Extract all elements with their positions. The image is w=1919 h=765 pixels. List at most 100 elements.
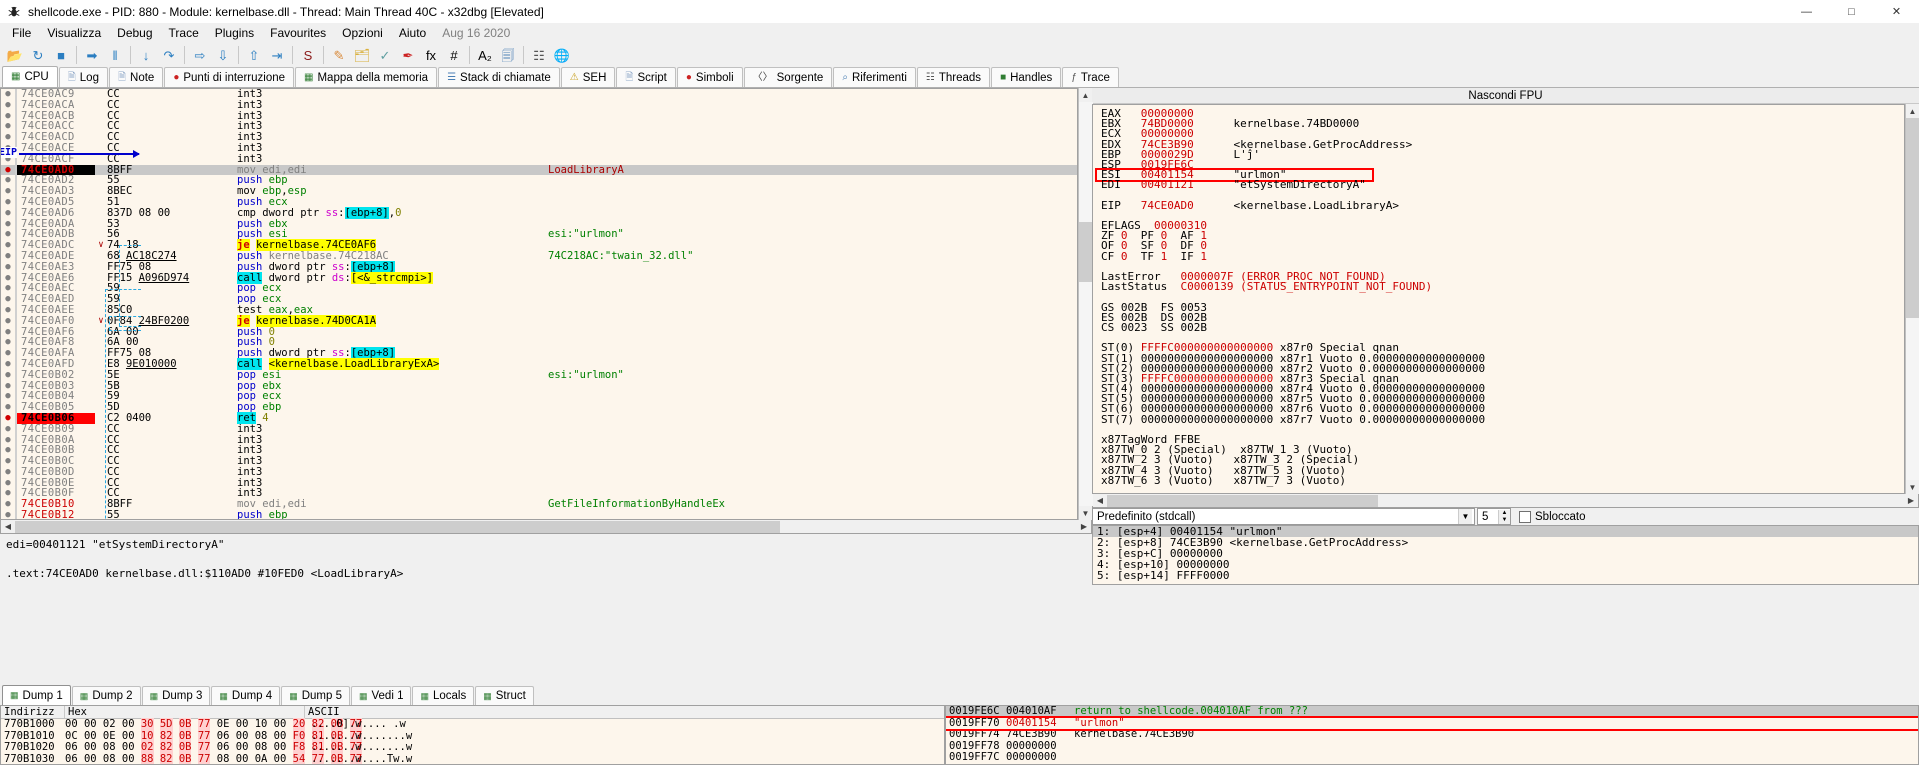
run-to-user-code-icon[interactable]: ⇥ [266, 44, 288, 66]
disassembly-row[interactable]: ● 74CE0B0E CC int3 [1, 477, 1077, 489]
reg-scroll-down-icon[interactable]: ▼ [1906, 480, 1919, 494]
tab-punti-di-interruzione[interactable]: ● Punti di interruzione [164, 67, 295, 87]
breakpoint-dot-icon[interactable]: ● [1, 197, 15, 208]
disassembly-row[interactable]: ● 74CE0AE6 FF15 A096D974 call dword ptr ds:… [1, 271, 1077, 284]
vscroll-thumb[interactable] [1078, 222, 1093, 282]
register-ebx[interactable]: EBX 74BD0000 kernelbase.74BD0000 [1093, 118, 1904, 129]
breakpoint-dot-icon[interactable]: ● [1, 186, 15, 197]
flags-row-1[interactable]: OF 0 SF 0 DF 0 [1093, 240, 1904, 251]
scylla-icon[interactable]: S [297, 44, 319, 66]
disassembly-row[interactable]: ● 74CE0ADB 56 push esi esi:"urlmon" [1, 229, 1077, 241]
disassembly-row[interactable]: ● 74CE0AF6 6A 00 push 0 [1, 326, 1077, 338]
menu-item-aiuto[interactable]: Aiuto [391, 24, 434, 42]
registers-view[interactable]: EAX 00000000 EBX 74BD0000 kernelbase.74BD… [1092, 104, 1905, 494]
disassembly-row[interactable]: ● 74CE0B09 CC int3 [1, 423, 1077, 435]
registers-hscrollbar[interactable]: ◀ ▶ [1092, 494, 1919, 508]
tab-cpu[interactable]: ▦ CPU [2, 66, 58, 87]
breakpoint-dot-icon[interactable]: ● [1, 402, 15, 413]
stack-row[interactable]: 0019FE6C 004010AF return to shellcode.0040… [946, 706, 1918, 718]
disassembly-row[interactable]: ● 74CE0ADA 53 push ebx [1, 218, 1077, 230]
dump-col-address[interactable]: Indirizz [1, 706, 65, 718]
tab-sorgente[interactable]: 〈〉 Sorgente [743, 67, 833, 87]
log-icon[interactable]: ✎ [328, 44, 350, 66]
register-edi[interactable]: EDI 00401121 "etSystemDirectoryA" [1093, 179, 1904, 190]
breakpoint-dot-icon[interactable]: ● [1, 132, 15, 143]
breakpoint-dot-icon[interactable]: ● [1, 121, 15, 132]
disassembly-row[interactable]: ● 74CE0AF8 6A 00 push 0 [1, 337, 1077, 349]
disassembly-row[interactable]: ● 74CE0ACC CC int3 [1, 121, 1077, 133]
calculator-icon[interactable]: ☷ [528, 44, 550, 66]
memory-map-icon[interactable]: ✒ [397, 44, 419, 66]
tab-script[interactable]: 🗎 Script [616, 67, 676, 87]
disassembly-row[interactable]: ● 74CE0B12 55 push ebp [1, 510, 1077, 519]
stack-view[interactable]: 0019FE6C 004010AF return to shellcode.0040… [945, 705, 1919, 765]
registers-vscrollbar[interactable]: ▲ ▼ [1905, 104, 1919, 494]
restart-icon[interactable]: ↻ [27, 44, 49, 66]
trace-into-icon[interactable]: ⇨ [189, 44, 211, 66]
breakpoint-dot-icon[interactable]: ● [1, 111, 15, 122]
disassembly-row[interactable]: ● 74CE0AEC 59 pop ecx [1, 283, 1077, 295]
disassembly-row[interactable]: ● 74CE0AD0 8BFF mov edi,edi LoadLibraryA [1, 164, 1077, 176]
disassembly-row[interactable]: ● 74CE0AED 59 pop ecx [1, 294, 1077, 305]
segment-row-2[interactable]: CS 0023 SS 002B [1093, 322, 1904, 333]
menu-item-visualizza[interactable]: Visualizza [39, 24, 109, 42]
close-button[interactable]: ✕ [1874, 0, 1919, 23]
disassembly-row[interactable]: ● 74CE0ACA CC int3 [1, 99, 1077, 111]
stepper-up-icon[interactable]: ▲ [1498, 509, 1510, 517]
font-icon[interactable]: A₂ [474, 44, 496, 66]
stack-row[interactable]: 0019FF7C 00000000 [946, 751, 1918, 764]
disassembly-row[interactable]: ● 74CE0B02 5E pop esi esi:"urlmon" [1, 369, 1077, 381]
tab-handles[interactable]: ■ Handles [991, 67, 1062, 87]
menu-item-opzioni[interactable]: Opzioni [334, 24, 391, 42]
fpu-toggle-header[interactable]: Nascondi FPU [1092, 88, 1919, 104]
disassembly-row[interactable]: ● 74CE0B03 5B pop ebx [1, 380, 1077, 392]
breakpoint-dot-icon[interactable]: ● [1, 370, 15, 381]
step-over-icon[interactable]: ↷ [158, 44, 180, 66]
disassembly-vscrollbar[interactable]: ▲ ▼ [1078, 88, 1093, 520]
execute-till-return-icon[interactable]: ⇧ [243, 44, 265, 66]
reg-vscroll-track[interactable] [1905, 118, 1919, 480]
stack-row[interactable]: 0019FF74 74CE3B90 kernelbase.74CE3B90 [946, 728, 1918, 741]
disassembly-row[interactable]: ● 74CE0AF0 ∨ 0F84 24BF0200 je kernelbase.74D… [1, 314, 1077, 327]
globe-icon[interactable]: 🌐 [551, 44, 573, 66]
breakpoint-dot-icon[interactable]: ● [1, 240, 15, 251]
disassembly-row[interactable]: ● 74CE0B0C CC int3 [1, 456, 1077, 467]
breakpoint-dot-icon[interactable]: ● [1, 381, 15, 392]
dump-col-ascii[interactable]: ASCII [305, 706, 944, 718]
stop-icon[interactable]: ■ [50, 44, 72, 66]
disassembly-row[interactable]: ● 74CE0AC9 CC int3 [1, 89, 1077, 100]
disassembly-row[interactable]: ● 74CE0B04 59 pop ecx [1, 391, 1077, 403]
breakpoint-dot-icon[interactable]: ● [1, 294, 15, 305]
disassembly-row[interactable]: ● 74CE0AFD E8 9E010000 call <kernelbase.Loa… [1, 357, 1077, 370]
breakpoint-dot-icon[interactable]: ● [1, 219, 15, 230]
vscroll-track[interactable] [1078, 102, 1093, 506]
register-eip[interactable]: EIP 74CE0AD0 <kernelbase.LoadLibraryA> [1093, 200, 1904, 211]
breakpoint-dot-icon[interactable]: ● [1, 316, 15, 327]
scroll-up-icon[interactable]: ▲ [1079, 88, 1093, 102]
tab-stack-di-chiamate[interactable]: ☰ Stack di chiamate [438, 67, 560, 87]
stack-row[interactable]: 0019FF78 00000000 [946, 740, 1918, 753]
run-icon[interactable]: ➡ [81, 44, 103, 66]
breakpoint-dot-icon[interactable]: ● [1, 359, 15, 370]
disassembly-row[interactable]: ● 74CE0B06 C2 0400 ret 4 [1, 411, 1077, 424]
menu-item-trace[interactable]: Trace [161, 24, 207, 42]
breakpoints-icon[interactable]: ✓ [374, 44, 396, 66]
dump-row[interactable]: 770B1030 06 00 08 00 88 82 0B 77 08 00 0A… [1, 752, 944, 764]
hscroll-left-icon[interactable]: ◀ [1, 520, 15, 533]
dump-col-hex[interactable]: Hex [65, 706, 305, 718]
disassembly-row[interactable]: ● 74CE0AD6 837D 08 00 cmp dword ptr ss:[ebp… [1, 206, 1077, 219]
breakpoint-dot-icon[interactable]: ● [1, 175, 15, 186]
tab-riferimenti[interactable]: ⌕ Riferimenti [833, 67, 916, 87]
breakpoint-dot-icon[interactable]: ● [1, 305, 15, 316]
dump-tab-vedi-1[interactable]: ▦ Vedi 1 [350, 686, 412, 705]
functions-icon[interactable]: fx [420, 44, 442, 66]
tab-mappa-della-memoria[interactable]: ▦ Mappa della memoria [295, 67, 438, 87]
arg-count-stepper[interactable]: 5 ▲ ▼ [1477, 508, 1511, 525]
menu-item-favourites[interactable]: Favourites [262, 24, 334, 42]
hash-icon[interactable]: # [443, 44, 465, 66]
reg-vscroll-thumb[interactable] [1905, 118, 1919, 318]
minimize-button[interactable]: — [1784, 0, 1829, 23]
disassembly-row[interactable]: ● 74CE0B0F CC int3 [1, 488, 1077, 500]
disassembly-view[interactable]: ● 74CE0AC9 CC int3 ● 74CE0ACA CC int3 ● 74CE0ACB C… [0, 88, 1078, 520]
dump-row[interactable]: 770B1020 06 00 08 00 02 82 0B 77 06 00 08… [1, 741, 944, 754]
